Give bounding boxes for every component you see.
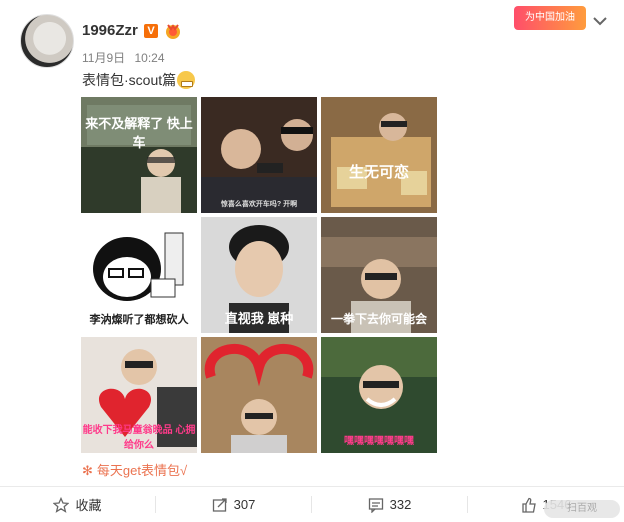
favorite-label: 收藏 — [75, 498, 102, 513]
favorite-button[interactable]: 收藏 — [0, 487, 155, 522]
image-thumb-3[interactable]: 生无可恋 — [321, 97, 437, 213]
image-thumb-7[interactable]: 能收下我马童翁晚品 心拥给你么 — [81, 337, 197, 453]
post-time[interactable]: 10:24 — [134, 51, 164, 65]
post-text: 表情包·scout篇 — [82, 70, 196, 90]
image-caption: 嘿嘿嘿嘿嘿嘿嘿 — [344, 436, 414, 447]
comment-count: 332 — [389, 497, 412, 512]
post-text-body: 表情包·scout篇 — [82, 72, 177, 88]
image-thumb-9[interactable]: 嘿嘿嘿嘿嘿嘿嘿 — [321, 337, 437, 453]
hashtag-text: 每天get表情包√ — [96, 463, 188, 478]
image-thumb-2[interactable]: 惊喜么喜欢开车吗? 开啊 — [201, 97, 317, 213]
image-thumb-4[interactable]: 李汭燦听了都想砍人 — [81, 217, 197, 333]
flower-icon: ✻ — [82, 463, 93, 478]
image-caption: 来不及解释了 快上车 — [85, 116, 193, 150]
comment-button[interactable]: 332 — [312, 487, 467, 522]
image-thumb-6[interactable]: 一拳下去你可能会 — [321, 217, 437, 333]
post-date[interactable]: 11月9日 — [82, 51, 125, 65]
image-grid: 来不及解释了 快上车 惊喜么喜欢开车吗? 开啊 生无可恋 李汭燦听了都想砍人 直… — [81, 97, 437, 453]
chevron-down-icon[interactable] — [592, 14, 608, 28]
watermark: 扫百观 — [544, 500, 620, 518]
image-caption: 能收下我马童翁晚品 心拥给你么 — [82, 425, 196, 451]
medal-icon[interactable] — [164, 22, 182, 40]
image-thumb-5[interactable]: 直视我 崽种 — [201, 217, 317, 333]
image-thumb-8[interactable] — [201, 337, 317, 453]
repost-button[interactable]: 307 — [156, 487, 311, 522]
image-caption: 一拳下去你可能会 — [330, 312, 427, 326]
avatar[interactable] — [20, 14, 74, 68]
image-caption: 李汭燦听了都想砍人 — [89, 314, 189, 326]
grin-emoji-icon — [177, 71, 196, 89]
repost-count: 307 — [233, 497, 256, 512]
campaign-badge[interactable]: 为中国加油 — [514, 6, 586, 30]
comment-icon — [368, 497, 383, 513]
post-meta: 11月9日 10:24 — [82, 49, 171, 66]
thumbs-up-icon — [521, 497, 536, 513]
weibo-post-card: 1996Zzr V 11月9日 10:24 表情包·scout篇 为中国加油 来… — [0, 0, 624, 522]
image-caption: 生无可恋 — [348, 164, 409, 181]
image-thumb-1[interactable]: 来不及解释了 快上车 — [81, 97, 197, 213]
image-caption: 直视我 崽种 — [224, 311, 294, 326]
repost-icon — [212, 497, 227, 512]
image-caption: 惊喜么喜欢开车吗? 开啊 — [220, 201, 298, 208]
action-toolbar: 收藏 307 332 1546 — [0, 487, 624, 522]
hashtag-link[interactable]: ✻ 每天get表情包√ — [82, 460, 187, 479]
verified-icon[interactable]: V — [144, 24, 158, 38]
star-icon — [53, 496, 70, 513]
username-link[interactable]: 1996Zzr — [82, 22, 138, 39]
